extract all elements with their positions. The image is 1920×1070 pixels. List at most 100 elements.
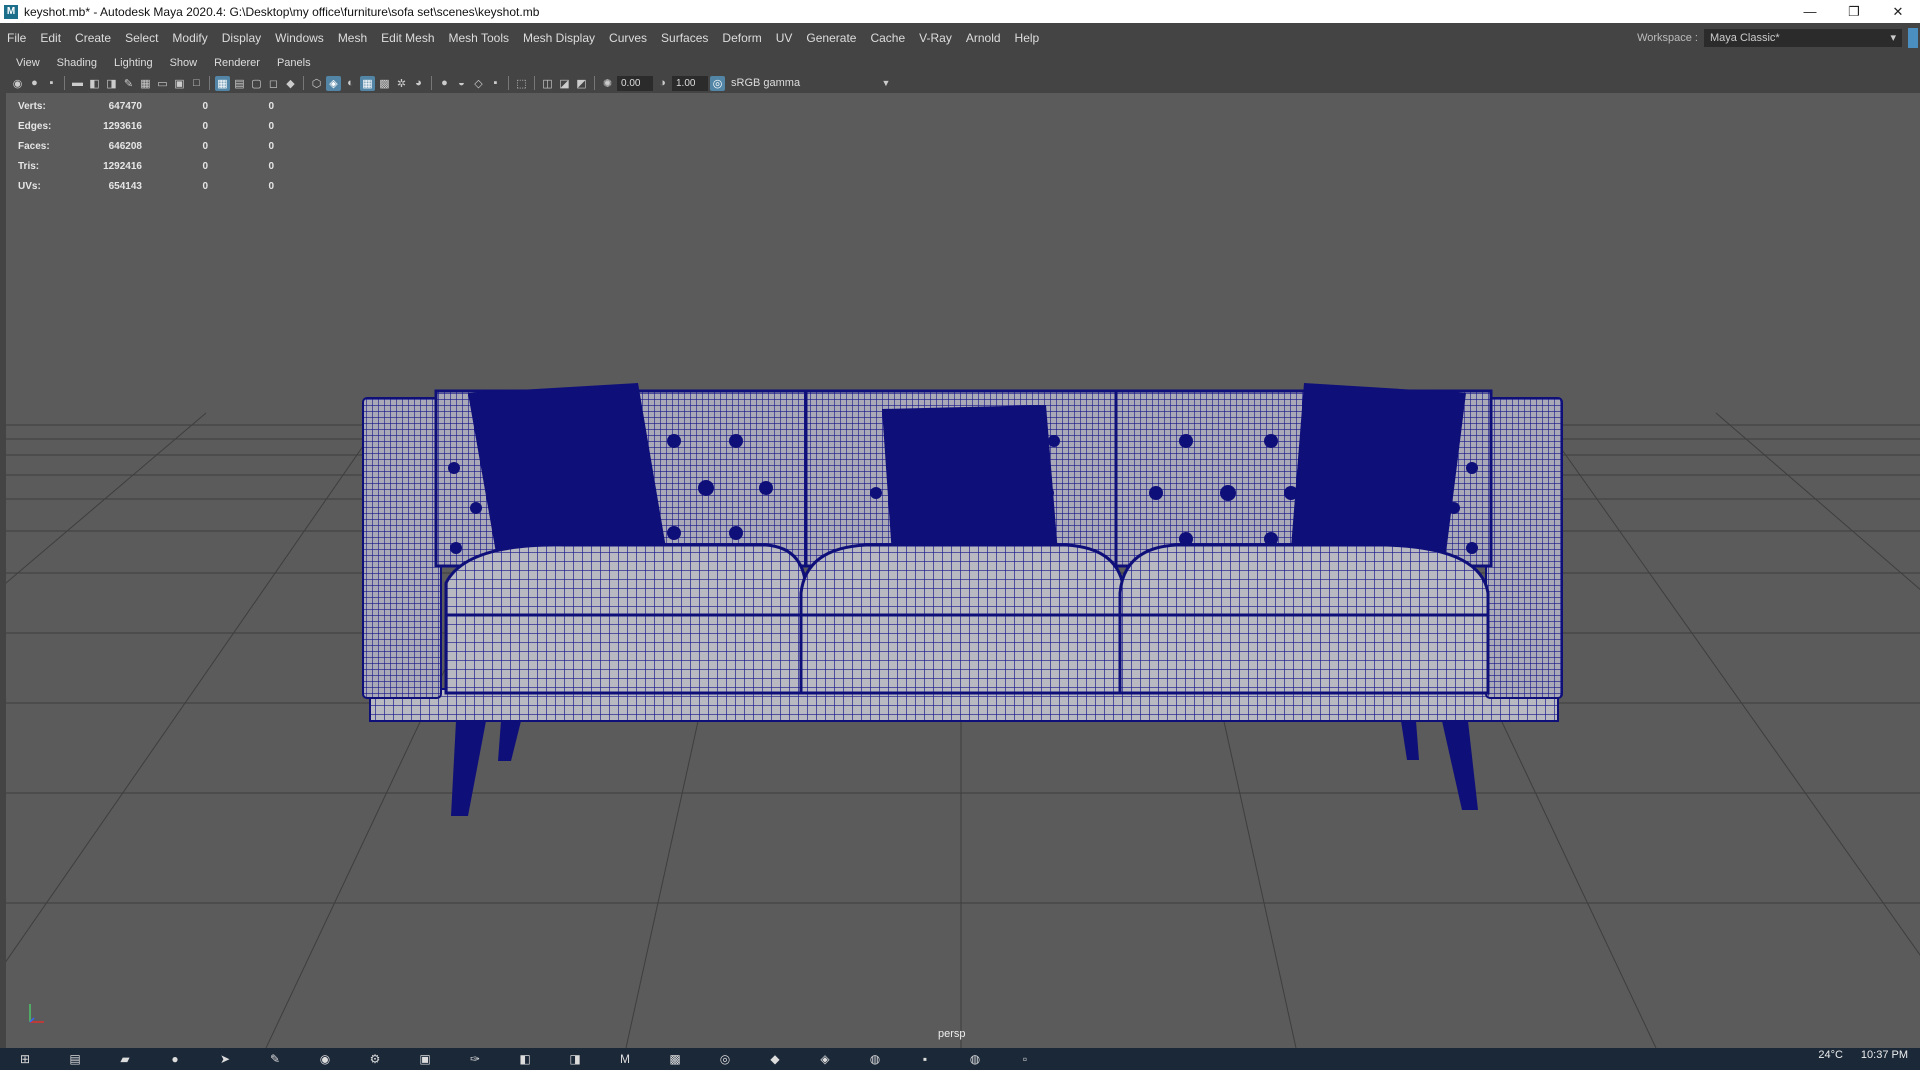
panel-menu-view[interactable]: View — [8, 57, 49, 69]
flat-shade-icon[interactable]: ◐ — [343, 76, 358, 91]
menu-display[interactable]: Display — [215, 31, 268, 45]
maya-app-icon: M — [4, 4, 18, 19]
bookmark-icon[interactable]: ▬ — [70, 76, 85, 91]
menu-windows[interactable]: Windows — [268, 31, 331, 45]
app-icon[interactable]: ▪ — [915, 1049, 935, 1069]
wireframe-mode-icon[interactable]: ⬡ — [309, 76, 324, 91]
2d-pan-zoom-icon[interactable]: ◨ — [104, 76, 119, 91]
workspace-dropdown[interactable]: Maya Classic* ▾ — [1704, 28, 1902, 47]
menu-arnold[interactable]: Arnold — [959, 31, 1008, 45]
app-icon[interactable]: ◆ — [765, 1049, 785, 1069]
textured-icon[interactable]: ▩ — [377, 76, 392, 91]
safe-action-icon[interactable]: ▢ — [249, 76, 264, 91]
menu-modify[interactable]: Modify — [165, 31, 214, 45]
xray-joints-icon[interactable]: ◪ — [557, 76, 572, 91]
obs-icon[interactable]: ◉ — [315, 1049, 335, 1069]
restore-button[interactable]: ❐ — [1832, 0, 1876, 23]
sofa-pillows — [468, 383, 1466, 555]
close-button[interactable]: ✕ — [1876, 0, 1920, 23]
shadows-icon[interactable]: ◕ — [411, 76, 426, 91]
toolbar-divider — [64, 76, 65, 90]
telegram-icon[interactable]: ➤ — [215, 1049, 235, 1069]
settings-icon[interactable]: ⚙ — [365, 1049, 385, 1069]
wireframe-icon[interactable]: ▦ — [215, 75, 230, 91]
pen-icon[interactable]: ✎ — [265, 1049, 285, 1069]
panel-menubar: View Shading Lighting Show Renderer Pane… — [6, 53, 1920, 73]
menu-create[interactable]: Create — [68, 31, 118, 45]
photoshop-icon[interactable]: ▣ — [415, 1049, 435, 1069]
panel-menu-show[interactable]: Show — [162, 57, 207, 69]
app-icon[interactable]: ◧ — [515, 1049, 535, 1069]
smooth-shade-all-icon[interactable]: ◈ — [326, 75, 341, 91]
menu-edit-mesh[interactable]: Edit Mesh — [374, 31, 441, 45]
menu-help[interactable]: Help — [1008, 31, 1047, 45]
menu-mesh-tools[interactable]: Mesh Tools — [442, 31, 516, 45]
perspective-viewport[interactable]: Verts: 647470 0 0 Edges: 1293616 0 0 Fac… — [6, 93, 1920, 1048]
windows-start-icon[interactable]: ⊞ — [15, 1049, 35, 1069]
chrome-icon[interactable]: ◍ — [865, 1049, 885, 1069]
select-camera-icon[interactable]: ◉ — [10, 76, 25, 91]
menu-curves[interactable]: Curves — [602, 31, 654, 45]
lock-camera-icon[interactable]: ● — [27, 76, 42, 91]
app-icon[interactable]: ◨ — [565, 1049, 585, 1069]
menu-mesh[interactable]: Mesh — [331, 31, 374, 45]
menu-file[interactable]: File — [0, 31, 33, 45]
use-all-lights-icon[interactable]: ✲ — [394, 76, 409, 91]
depth-of-field-icon[interactable]: ▪ — [488, 76, 503, 91]
minimize-button[interactable]: — — [1788, 0, 1832, 23]
panel-menu-lighting[interactable]: Lighting — [106, 57, 162, 69]
grid-icon[interactable]: ▦ — [138, 76, 153, 91]
panel-menu-renderer[interactable]: Renderer — [206, 57, 269, 69]
smooth-shade-icon[interactable]: ◆ — [283, 76, 298, 91]
xray-components-icon[interactable]: ◩ — [574, 76, 589, 91]
weather-text[interactable]: 24°C — [1818, 1049, 1843, 1061]
menu-vray[interactable]: V-Ray — [912, 31, 959, 45]
file-explorer-icon[interactable]: ▰ — [115, 1049, 135, 1069]
menu-mesh-display[interactable]: Mesh Display — [516, 31, 602, 45]
hud-row-tris: Tris: 1292416 0 0 — [18, 156, 274, 176]
image-plane-icon[interactable]: ◧ — [87, 76, 102, 91]
app-icon[interactable]: ▫ — [1015, 1049, 1035, 1069]
safe-title-icon[interactable]: ◻ — [266, 76, 281, 91]
hud-value: 646208 — [108, 140, 142, 152]
menu-cache[interactable]: Cache — [863, 31, 912, 45]
screen-space-ao-icon[interactable]: ● — [437, 76, 452, 91]
motion-blur-icon[interactable]: ◒ — [454, 76, 469, 91]
app-icon[interactable]: ◎ — [715, 1049, 735, 1069]
color-management-dropdown[interactable]: sRGB gamma — [727, 75, 877, 91]
menu-edit[interactable]: Edit — [33, 31, 68, 45]
exposure-field[interactable]: 0.00 — [617, 75, 653, 91]
film-gate-icon[interactable]: ▭ — [155, 76, 170, 91]
chevron-down-icon[interactable]: ▼ — [879, 76, 893, 91]
menu-surfaces[interactable]: Surfaces — [654, 31, 715, 45]
gamma-icon[interactable]: ◑ — [655, 76, 670, 91]
menu-select[interactable]: Select — [118, 31, 165, 45]
panel-menu-panels[interactable]: Panels — [269, 57, 320, 69]
clock-text[interactable]: 10:37 PM — [1861, 1049, 1908, 1061]
color-management-icon[interactable]: ◎ — [710, 75, 725, 91]
app-icon[interactable]: ▩ — [665, 1049, 685, 1069]
menu-generate[interactable]: Generate — [799, 31, 863, 45]
gate-mask-icon[interactable]: □ — [189, 76, 204, 91]
hud-component: 0 — [268, 180, 274, 192]
camera-attributes-icon[interactable]: ▪ — [44, 76, 59, 91]
menu-deform[interactable]: Deform — [715, 31, 768, 45]
chrome-icon[interactable]: ◍ — [965, 1049, 985, 1069]
field-chart-icon[interactable]: ▤ — [232, 76, 247, 91]
wireframe-on-shaded-icon[interactable]: ▦ — [360, 75, 375, 91]
menu-uv[interactable]: UV — [769, 31, 800, 45]
panel-menu-shading[interactable]: Shading — [49, 57, 106, 69]
discord-icon[interactable]: ● — [165, 1049, 185, 1069]
channel-box-toggle[interactable] — [1908, 27, 1918, 48]
app-icon[interactable]: ◈ — [815, 1049, 835, 1069]
brush-icon[interactable]: ✑ — [465, 1049, 485, 1069]
gamma-field[interactable]: 1.00 — [672, 75, 708, 91]
grease-pencil-icon[interactable]: ✎ — [121, 76, 136, 91]
resolution-gate-icon[interactable]: ▣ — [172, 76, 187, 91]
anti-aliasing-icon[interactable]: ◇ — [471, 76, 486, 91]
task-view-icon[interactable]: ▤ — [65, 1049, 85, 1069]
isolate-select-icon[interactable]: ⬚ — [514, 76, 529, 91]
xray-icon[interactable]: ◫ — [540, 76, 555, 91]
exposure-icon[interactable]: ✺ — [600, 76, 615, 91]
maya-taskbar-icon[interactable]: M — [615, 1049, 635, 1069]
